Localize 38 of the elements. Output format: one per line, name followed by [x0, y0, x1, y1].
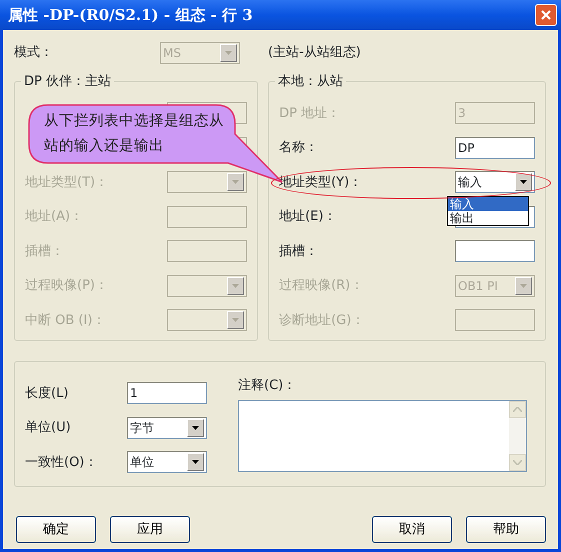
field-label: 过程映像(P)：: [25, 277, 108, 295]
dropdown-option[interactable]: 输出: [448, 211, 528, 225]
mode-note: (主站-从站组态): [268, 44, 361, 62]
field-label: DP 地址：: [279, 104, 340, 122]
dropdown-option[interactable]: 输入: [448, 197, 528, 211]
field-label: 地址类型(T)：: [25, 174, 108, 192]
field-label: 地址类型(Y)：: [279, 174, 362, 192]
field-label: 单位(U): [25, 419, 72, 437]
field-label: 地址(A)：: [25, 208, 84, 226]
field-label: 诊断地址(G)：: [279, 312, 364, 330]
input-field[interactable]: 1: [127, 382, 207, 404]
field-label: 长度(L): [25, 384, 70, 402]
input-field[interactable]: DP: [455, 136, 535, 159]
dropdown-field[interactable]: 单位: [127, 451, 207, 474]
dropdown-field[interactable]: 字节: [127, 416, 207, 439]
dialog-button[interactable]: 确定: [16, 516, 96, 543]
field-label: 插槽：: [25, 242, 64, 260]
field-label: 过程映像(R)：: [279, 277, 364, 295]
field-label: 插槽：: [279, 242, 318, 260]
dropdown-field[interactable]: 输入: [455, 171, 535, 194]
field-label: 名称：: [279, 139, 318, 157]
tooltip-text: 从下拦列表中选择是组态从站的输入还是输出: [44, 112, 224, 156]
group-title: DP 伙伴：主站: [23, 75, 112, 88]
field-label: 一致性(O)：: [25, 454, 98, 472]
dialog-button[interactable]: 帮助: [466, 516, 546, 543]
window-title: 属性 -DP-(R0/S2.1) - 组态 - 行 3: [8, 4, 254, 26]
field-label: 注释(C)：: [238, 377, 298, 395]
scroll-up-icon[interactable]: [509, 400, 526, 418]
dialog-button[interactable]: 取消: [372, 516, 452, 543]
field-label: 模式：: [14, 44, 54, 62]
field-label: 中断 OB (I)：: [25, 312, 106, 330]
close-icon: [540, 9, 552, 21]
group-title: 本地：从站: [277, 75, 344, 88]
input-field[interactable]: [455, 240, 535, 262]
field-label: 地址(E)：: [279, 208, 336, 226]
comment-field[interactable]: [238, 400, 527, 472]
dialog-button[interactable]: 应用: [110, 516, 190, 543]
close-button[interactable]: [535, 4, 557, 26]
